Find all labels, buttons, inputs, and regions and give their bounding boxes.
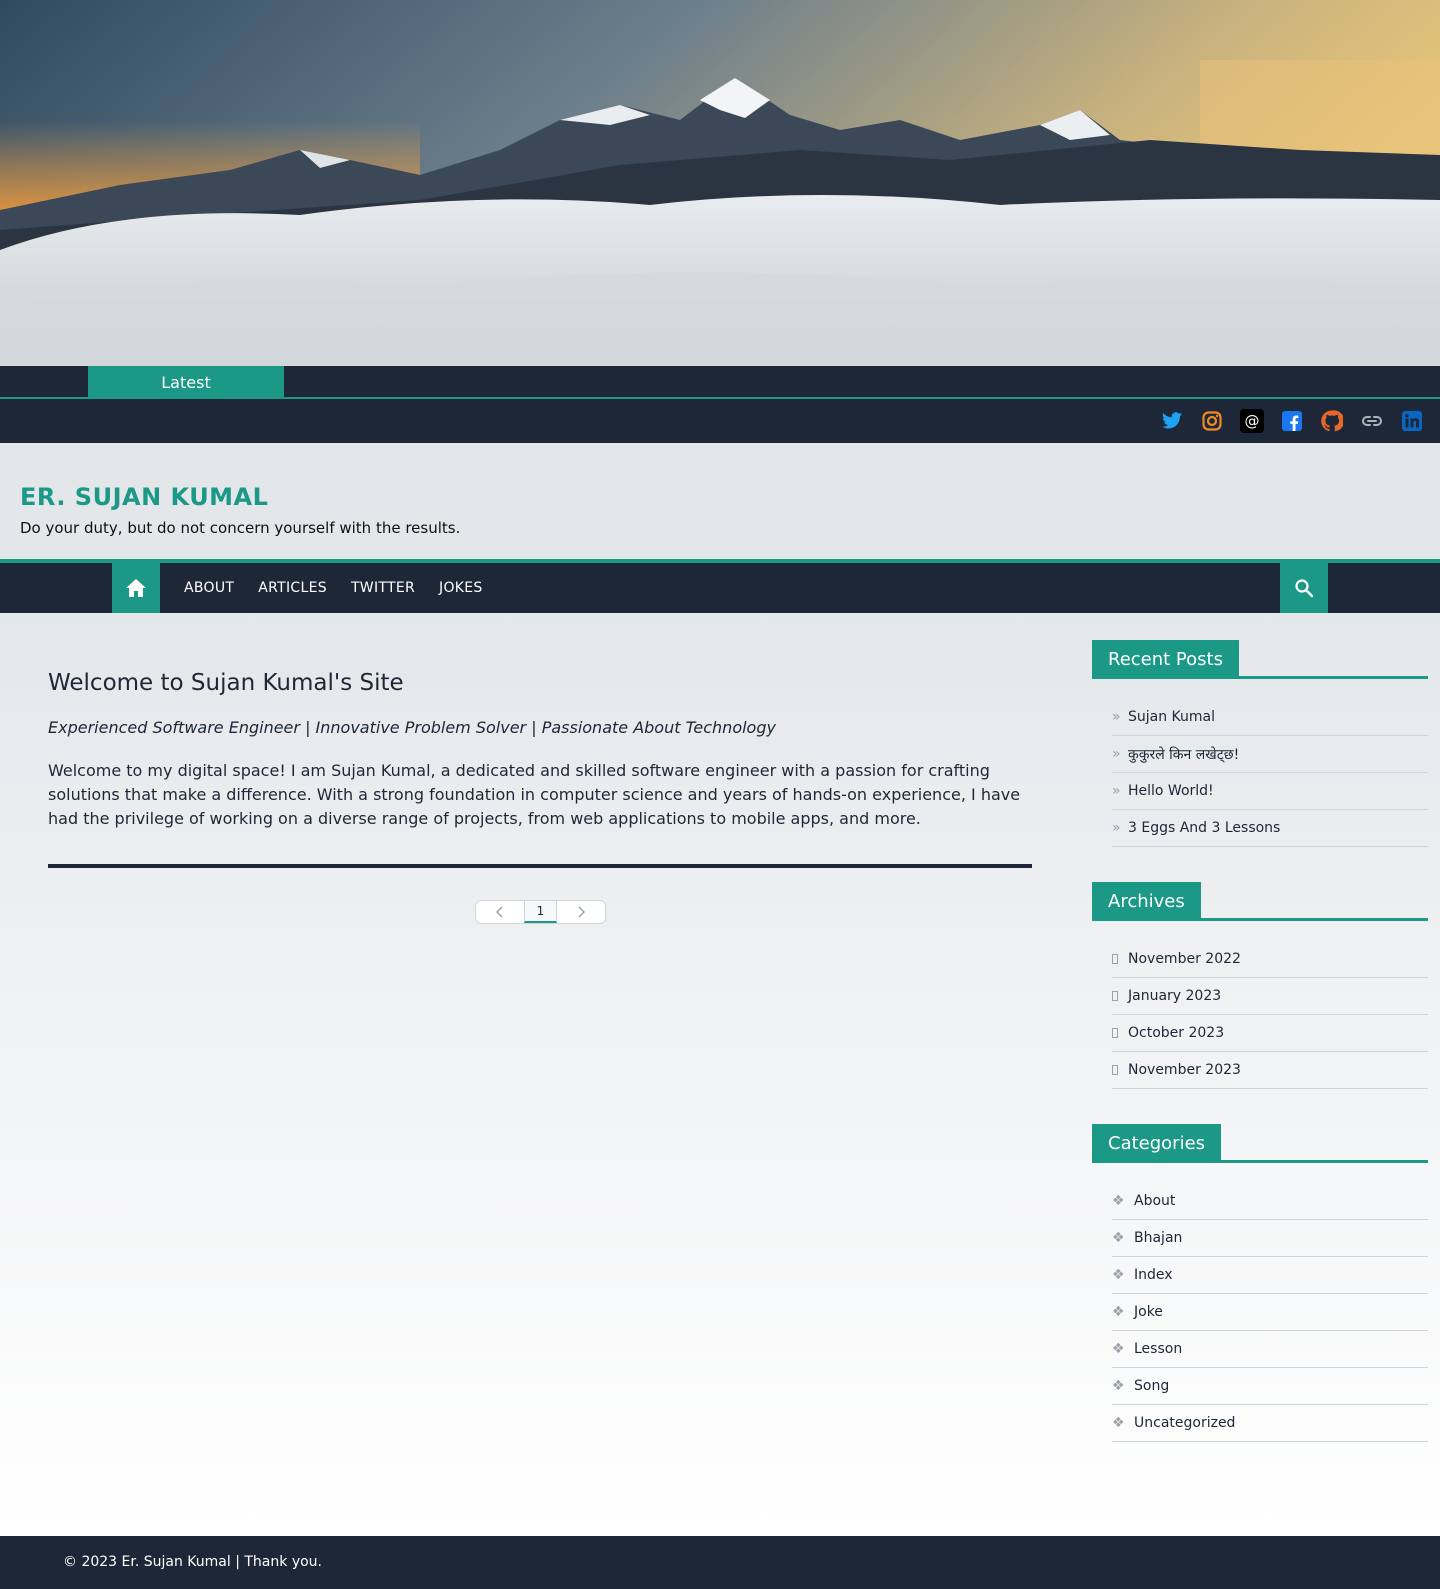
category-link[interactable]: Uncategorized bbox=[1134, 1415, 1235, 1431]
recent-post-link[interactable]: Sujan Kumal bbox=[1128, 709, 1215, 725]
list-item[interactable]: » Hello World! bbox=[1112, 773, 1428, 810]
site-tagline: Do your duty, but do not concern yoursel… bbox=[20, 519, 461, 537]
pagination: 1 bbox=[475, 900, 606, 924]
widget-categories: Categories ❖ About ❖ Bhajan ❖ Index ❖ Joke ❖… bbox=[1092, 1124, 1428, 1442]
diamond-icon: ❖ bbox=[1112, 1341, 1125, 1357]
twitter-icon[interactable] bbox=[1160, 409, 1184, 433]
facebook-icon[interactable] bbox=[1280, 409, 1304, 433]
diamond-icon: ❖ bbox=[1112, 1378, 1125, 1394]
archive-link[interactable]: January 2023 bbox=[1128, 988, 1221, 1004]
category-link[interactable]: Lesson bbox=[1134, 1341, 1182, 1357]
list-item[interactable]: November 2023 bbox=[1112, 1052, 1428, 1089]
nav-item-twitter[interactable]: TWITTER bbox=[351, 580, 415, 596]
archive-icon bbox=[1112, 1028, 1118, 1038]
list-item[interactable]: ❖ Index bbox=[1112, 1257, 1428, 1294]
site-branding: ER. SUJAN KUMAL Do your duty, but do not… bbox=[20, 483, 460, 537]
diamond-icon: ❖ bbox=[1112, 1415, 1125, 1431]
ticker-latest-label: Latest bbox=[88, 366, 284, 399]
widget-title-categories: Categories bbox=[1092, 1124, 1222, 1163]
category-link[interactable]: About bbox=[1134, 1193, 1175, 1209]
nav-item-jokes[interactable]: JOKES bbox=[439, 580, 483, 596]
footer-copyright: © 2023 Er. Sujan Kumal | Thank you. bbox=[63, 1554, 322, 1570]
site-footer: © 2023 Er. Sujan Kumal | Thank you. bbox=[0, 1536, 1440, 1589]
list-item[interactable]: » 3 Eggs And 3 Lessons bbox=[1112, 810, 1428, 847]
nav-item-about[interactable]: ABOUT bbox=[184, 580, 234, 596]
svg-text:@: @ bbox=[1245, 412, 1260, 430]
list-item[interactable]: October 2023 bbox=[1112, 1015, 1428, 1052]
category-link[interactable]: Bhajan bbox=[1134, 1230, 1182, 1246]
category-link[interactable]: Song bbox=[1134, 1378, 1169, 1394]
nav-item-articles[interactable]: ARTICLES bbox=[258, 580, 327, 596]
list-item[interactable]: ❖ Bhajan bbox=[1112, 1220, 1428, 1257]
main-navigation: ABOUT ARTICLES TWITTER JOKES bbox=[0, 559, 1440, 613]
double-chevron-icon: » bbox=[1112, 820, 1121, 836]
post-subtitle: Experienced Software Engineer | Innovati… bbox=[48, 718, 776, 737]
next-page-button[interactable] bbox=[557, 901, 605, 923]
hero-banner-image bbox=[0, 0, 1440, 366]
list-item[interactable]: » कुकुरले किन लखेट्छ! bbox=[1112, 736, 1428, 773]
archive-link[interactable]: November 2023 bbox=[1128, 1062, 1241, 1078]
widget-recent-posts: Recent Posts » Sujan Kumal » कुकुरले किन ल… bbox=[1092, 640, 1428, 847]
page-number-current[interactable]: 1 bbox=[524, 901, 557, 923]
site-title[interactable]: ER. SUJAN KUMAL bbox=[20, 483, 460, 511]
recent-post-link[interactable]: Hello World! bbox=[1128, 783, 1214, 799]
widget-title-recent: Recent Posts bbox=[1092, 640, 1239, 679]
main-content: Welcome to Sujan Kumal's Site Experience… bbox=[48, 670, 1032, 831]
search-button[interactable] bbox=[1280, 563, 1328, 613]
post-divider bbox=[48, 864, 1032, 868]
post-title[interactable]: Welcome to Sujan Kumal's Site bbox=[48, 670, 1032, 696]
linkedin-icon[interactable] bbox=[1400, 409, 1424, 433]
link-icon[interactable] bbox=[1360, 409, 1384, 433]
widget-title-archives: Archives bbox=[1092, 882, 1201, 921]
search-icon bbox=[1295, 579, 1314, 598]
news-ticker-bar: Latest bbox=[0, 366, 1440, 399]
archive-icon bbox=[1112, 1065, 1118, 1075]
home-button[interactable] bbox=[112, 563, 160, 613]
double-chevron-icon: » bbox=[1112, 783, 1121, 799]
prev-page-button[interactable] bbox=[476, 901, 524, 923]
archive-icon bbox=[1112, 954, 1118, 964]
list-item[interactable]: ❖ Lesson bbox=[1112, 1331, 1428, 1368]
archive-link[interactable]: November 2022 bbox=[1128, 951, 1241, 967]
diamond-icon: ❖ bbox=[1112, 1193, 1125, 1209]
post-body: Welcome to my digital space! I am Sujan … bbox=[48, 761, 1021, 828]
list-item[interactable]: ❖ Song bbox=[1112, 1368, 1428, 1405]
list-item[interactable]: ❖ Joke bbox=[1112, 1294, 1428, 1331]
social-bar: @ bbox=[0, 399, 1440, 443]
category-link[interactable]: Joke bbox=[1134, 1304, 1163, 1320]
github-icon[interactable] bbox=[1320, 409, 1344, 433]
diamond-icon: ❖ bbox=[1112, 1267, 1125, 1283]
double-chevron-icon: » bbox=[1112, 746, 1121, 762]
home-icon bbox=[126, 579, 146, 597]
recent-post-link[interactable]: कुकुरले किन लखेट्छ! bbox=[1128, 745, 1239, 764]
list-item[interactable]: ❖ About bbox=[1112, 1183, 1428, 1220]
chevron-right-icon bbox=[578, 906, 585, 918]
category-link[interactable]: Index bbox=[1134, 1267, 1173, 1283]
list-item[interactable]: November 2022 bbox=[1112, 941, 1428, 978]
archive-icon bbox=[1112, 991, 1118, 1001]
widget-archives: Archives November 2022 January 2023 Octo… bbox=[1092, 882, 1428, 1089]
diamond-icon: ❖ bbox=[1112, 1304, 1125, 1320]
threads-icon[interactable]: @ bbox=[1240, 409, 1264, 433]
double-chevron-icon: » bbox=[1112, 709, 1121, 725]
chevron-left-icon bbox=[496, 906, 503, 918]
list-item[interactable]: January 2023 bbox=[1112, 978, 1428, 1015]
list-item[interactable]: ❖ Uncategorized bbox=[1112, 1405, 1428, 1442]
instagram-icon[interactable] bbox=[1200, 409, 1224, 433]
list-item[interactable]: » Sujan Kumal bbox=[1112, 699, 1428, 736]
recent-post-link[interactable]: 3 Eggs And 3 Lessons bbox=[1128, 820, 1280, 836]
diamond-icon: ❖ bbox=[1112, 1230, 1125, 1246]
archive-link[interactable]: October 2023 bbox=[1128, 1025, 1224, 1041]
